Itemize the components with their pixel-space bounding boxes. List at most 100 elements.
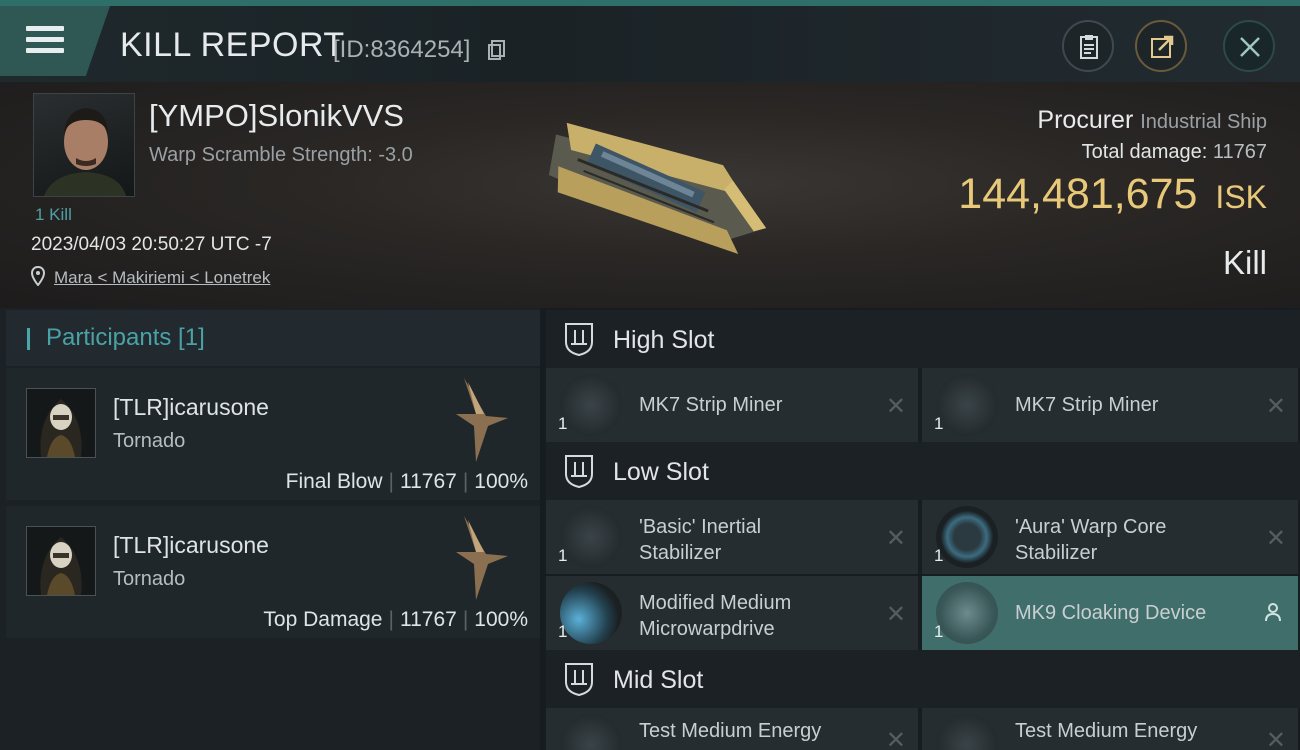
participant-ship-image <box>456 516 508 600</box>
report-kind: Kill <box>1222 244 1267 281</box>
participant-ship: Tornado <box>113 568 186 590</box>
high-slot-header: High Slot <box>546 310 1300 368</box>
participant-damage: 11767 <box>399 470 457 493</box>
low-slot-header: Low Slot <box>546 442 1300 500</box>
warp-core-stabilizer-icon <box>936 506 998 568</box>
total-damage-value: 11767 <box>1212 141 1267 163</box>
strip-miner-icon <box>936 374 998 436</box>
participant-avatar <box>26 388 96 458</box>
remove-icon[interactable]: ✕ <box>1266 726 1286 750</box>
slot-title: High Slot <box>613 326 715 354</box>
participant-role: Top Damage <box>263 608 383 631</box>
close-button[interactable] <box>1223 20 1275 72</box>
page-title: KILL REPORT <box>120 26 345 64</box>
remove-icon[interactable]: ✕ <box>886 524 906 553</box>
menu-button[interactable] <box>0 6 110 76</box>
remove-icon[interactable]: ✕ <box>886 392 906 421</box>
isk-amount: 144,481,675 <box>958 170 1198 218</box>
module-item[interactable]: 1 MK7 Strip Miner ✕ <box>922 368 1298 442</box>
participant-percent: 100% <box>474 608 528 631</box>
participant-percent: 100% <box>474 470 528 493</box>
module-name-line1: 'Aura' Warp Core <box>1015 516 1167 538</box>
module-item[interactable]: 1 Modified Medium Microwarpdrive ✕ <box>546 576 918 650</box>
module-item[interactable]: Test Medium Energy ✕ <box>546 708 918 750</box>
module-quantity: 1 <box>934 546 944 565</box>
module-name: 'Aura' Warp Core Stabilizer <box>1015 514 1255 566</box>
module-name: MK7 Strip Miner <box>1015 394 1159 416</box>
report-id: [ID:8364254] <box>333 36 471 63</box>
module-name: Modified Medium Microwarpdrive <box>639 590 879 642</box>
menu-icon <box>26 26 64 54</box>
total-damage: Total damage: 11767 <box>1082 141 1267 164</box>
warp-scramble-strength: Warp Scramble Strength: -3.0 <box>149 144 413 166</box>
header: KILL REPORT [ID:8364254] <box>0 6 1300 82</box>
remove-icon[interactable]: ✕ <box>1266 392 1286 421</box>
module-quantity: 1 <box>558 622 568 641</box>
mid-slot-header: Mid Slot <box>546 650 1300 708</box>
isk-unit: ISK <box>1215 179 1267 215</box>
ship-class: Industrial Ship <box>1140 111 1267 133</box>
participant-ship: Tornado <box>113 430 186 452</box>
slot-title: Mid Slot <box>613 666 704 694</box>
kill-datetime: 2023/04/03 20:50:27 UTC -7 <box>31 234 272 255</box>
user-icon[interactable] <box>1264 602 1282 622</box>
energy-module-icon <box>936 714 998 750</box>
participant-card[interactable]: [TLR]icarusone Tornado Top Damage | 11767 |… <box>6 506 540 638</box>
copy-icon[interactable] <box>488 40 506 60</box>
victim-name[interactable]: [YMPO]SlonikVVS <box>149 98 404 134</box>
module-item-selected[interactable]: 1 MK9 Cloaking Device <box>922 576 1298 650</box>
module-name-line2: Stabilizer <box>639 542 722 564</box>
remove-icon[interactable]: ✕ <box>1266 524 1286 553</box>
inertial-stabilizer-icon <box>560 506 622 568</box>
strip-miner-icon <box>560 374 622 436</box>
victim-portrait[interactable] <box>33 93 135 197</box>
participants-header: Participants [1] <box>6 310 540 366</box>
module-name: Test Medium Energy <box>1015 720 1198 742</box>
participant-avatar <box>26 526 96 596</box>
participants-title: Participants [1] <box>46 324 205 351</box>
kill-location-link[interactable]: Mara < Makiriemi < Lonetrek <box>54 268 270 288</box>
total-damage-label: Total damage: <box>1081 141 1208 163</box>
ship-name[interactable]: Procurer Industrial Ship <box>1037 106 1267 135</box>
section-marker <box>27 328 30 350</box>
participant-stats: Top Damage | 11767 | 100% <box>263 608 528 631</box>
module-name-line1: 'Basic' Inertial <box>639 516 762 538</box>
module-name: MK9 Cloaking Device <box>1015 602 1207 624</box>
slot-icon <box>565 323 593 356</box>
participant-stats: Final Blow | 11767 | 100% <box>285 470 528 493</box>
module-quantity: 1 <box>934 414 944 433</box>
ship-image <box>548 122 767 254</box>
location-pin-icon <box>31 266 45 286</box>
participant-name[interactable]: [TLR]icarusone <box>113 394 269 421</box>
participant-role: Final Blow <box>285 470 383 493</box>
module-item[interactable]: 1 'Basic' Inertial Stabilizer ✕ <box>546 500 918 574</box>
clipboard-icon <box>1080 35 1098 59</box>
remove-icon[interactable]: ✕ <box>886 726 906 750</box>
participant-card[interactable]: [TLR]icarusone Tornado Final Blow | 11767 |… <box>6 368 540 500</box>
module-name: 'Basic' Inertial Stabilizer <box>639 514 879 566</box>
cloaking-device-icon <box>936 582 998 644</box>
kill-count: 1 Kill <box>35 205 72 224</box>
module-item[interactable]: 1 'Aura' Warp Core Stabilizer ✕ <box>922 500 1298 574</box>
module-name: Test Medium Energy <box>639 720 822 742</box>
module-quantity: 1 <box>934 622 944 641</box>
isk-value: 144,481,675 ISK <box>958 170 1267 219</box>
share-button[interactable] <box>1135 20 1187 72</box>
module-item[interactable]: Test Medium Energy ✕ <box>922 708 1298 750</box>
share-icon <box>1151 35 1174 58</box>
energy-module-icon <box>560 714 622 750</box>
ship-name-text: Procurer <box>1037 106 1134 134</box>
slot-icon <box>565 455 593 488</box>
clipboard-button[interactable] <box>1062 20 1114 72</box>
participant-damage: 11767 <box>399 608 457 631</box>
slot-title: Low Slot <box>613 458 709 486</box>
microwarpdrive-icon <box>560 582 622 644</box>
module-quantity: 1 <box>558 546 568 565</box>
module-item[interactable]: 1 MK7 Strip Miner ✕ <box>546 368 918 442</box>
participant-ship-image <box>456 378 508 462</box>
module-name-line2: Microwarpdrive <box>639 618 775 640</box>
module-name-line1: Modified Medium <box>639 592 792 614</box>
close-icon <box>1240 37 1260 57</box>
participant-name[interactable]: [TLR]icarusone <box>113 532 269 559</box>
remove-icon[interactable]: ✕ <box>886 600 906 629</box>
